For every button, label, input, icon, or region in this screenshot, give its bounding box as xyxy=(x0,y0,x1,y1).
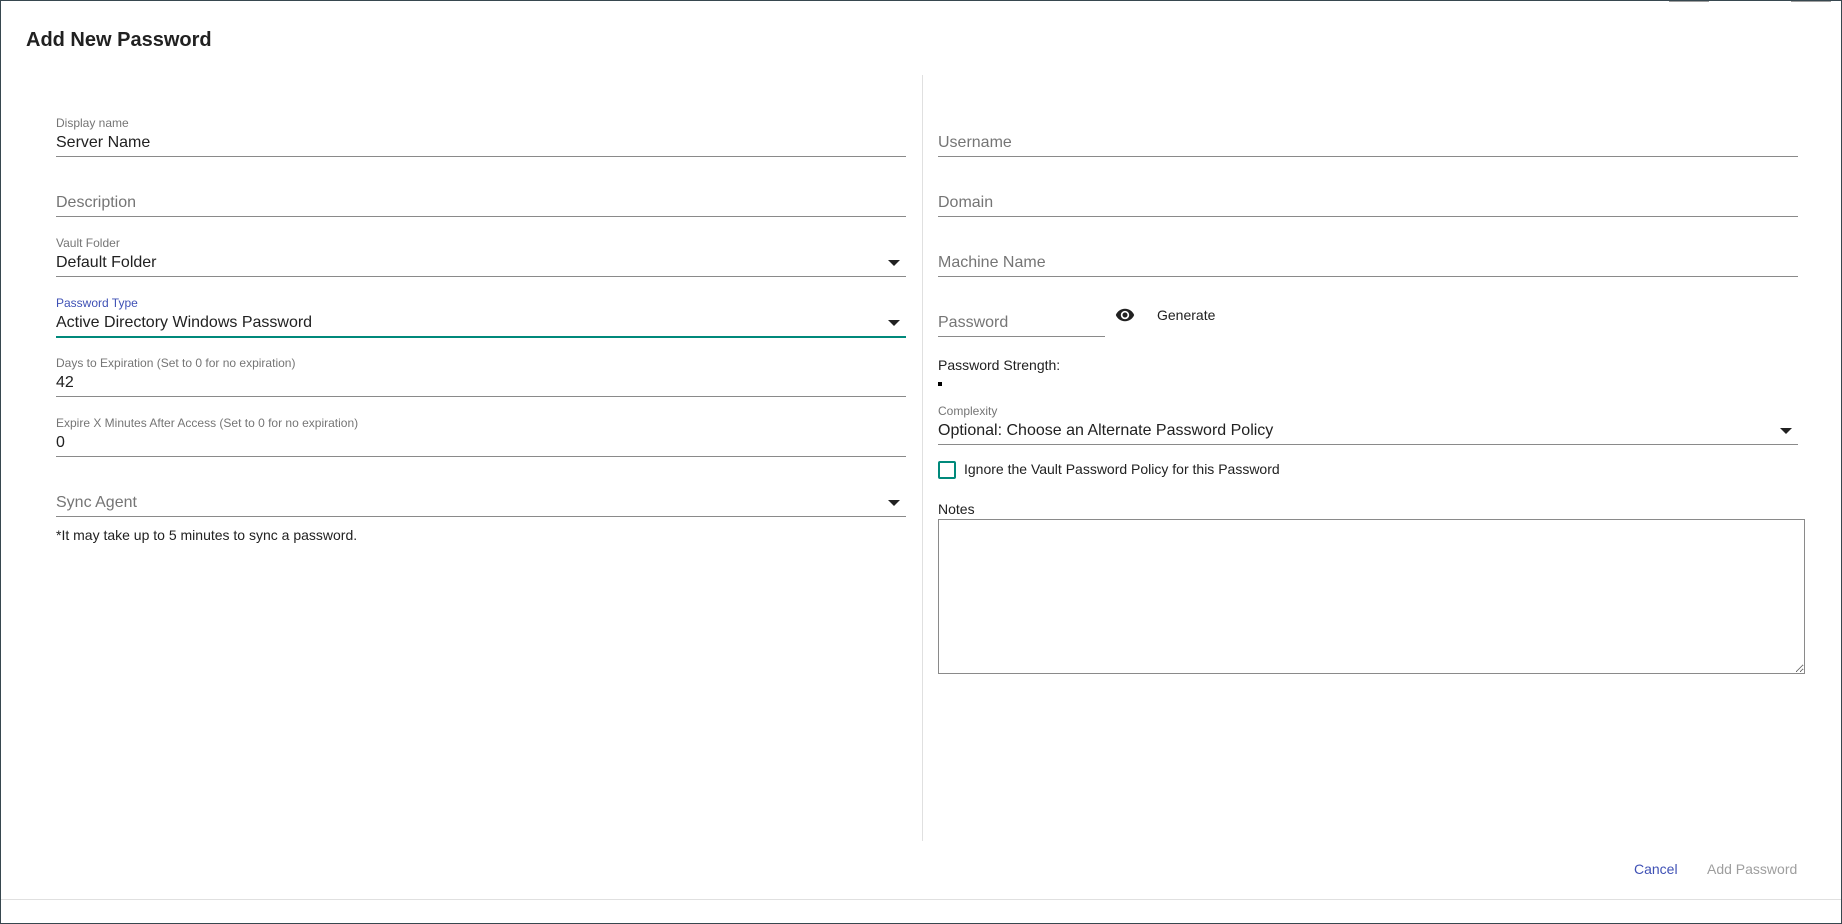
password-strength-bar xyxy=(938,382,942,386)
expire-minutes-field[interactable]: Expire X Minutes After Access (Set to 0 … xyxy=(56,416,906,457)
top-edge-mark xyxy=(1669,1,1709,2)
vault-folder-label: Vault Folder xyxy=(56,236,120,250)
days-to-expiration-value: 42 xyxy=(56,374,74,391)
display-name-field[interactable]: Display name Server Name xyxy=(56,116,906,157)
days-to-expiration-label: Days to Expiration (Set to 0 for no expi… xyxy=(56,356,296,370)
vault-folder-value: Default Folder xyxy=(56,254,157,271)
display-name-label: Display name xyxy=(56,116,129,130)
description-placeholder: Description xyxy=(56,194,137,211)
password-strength-label: Password Strength: xyxy=(938,357,1061,373)
chevron-down-icon[interactable] xyxy=(1780,428,1792,434)
sync-agent-placeholder: Sync Agent xyxy=(56,494,137,511)
days-to-expiration-field[interactable]: Days to Expiration (Set to 0 for no expi… xyxy=(56,356,906,397)
complexity-value: Optional: Choose an Alternate Password P… xyxy=(938,422,1274,439)
password-field[interactable]: Password xyxy=(938,296,1105,337)
add-password-dialog: Add New Password Display name Server Nam… xyxy=(0,0,1842,924)
ignore-policy-label: Ignore the Vault Password Policy for thi… xyxy=(964,461,1280,477)
username-field[interactable]: Username xyxy=(938,116,1798,157)
password-type-label: Password Type xyxy=(56,296,138,310)
generate-button[interactable]: Generate xyxy=(1157,307,1215,323)
username-placeholder: Username xyxy=(938,134,1012,151)
domain-placeholder: Domain xyxy=(938,194,994,211)
sync-agent-select[interactable]: Sync Agent xyxy=(56,476,906,517)
chevron-down-icon[interactable] xyxy=(888,320,900,326)
expire-minutes-label: Expire X Minutes After Access (Set to 0 … xyxy=(56,416,359,430)
complexity-label: Complexity xyxy=(938,404,998,418)
domain-field[interactable]: Domain xyxy=(938,176,1798,217)
add-password-button[interactable]: Add Password xyxy=(1707,861,1797,877)
footer-divider xyxy=(1,899,1841,900)
password-type-value: Active Directory Windows Password xyxy=(56,314,313,331)
password-type-select[interactable]: Password Type Active Directory Windows P… xyxy=(56,296,906,338)
complexity-select[interactable]: Complexity Optional: Choose an Alternate… xyxy=(938,404,1798,445)
dialog-title: Add New Password xyxy=(26,29,212,51)
vault-folder-select[interactable]: Vault Folder Default Folder xyxy=(56,236,906,277)
column-divider xyxy=(922,75,923,841)
chevron-down-icon[interactable] xyxy=(888,260,900,266)
description-field[interactable]: Description xyxy=(56,176,906,217)
machine-name-field[interactable]: Machine Name xyxy=(938,236,1798,277)
cancel-button[interactable]: Cancel xyxy=(1634,861,1678,877)
ignore-policy-checkbox[interactable] xyxy=(938,461,956,479)
top-edge-mark xyxy=(1791,1,1831,2)
notes-label: Notes xyxy=(938,501,975,517)
display-name-value: Server Name xyxy=(56,134,151,151)
machine-name-placeholder: Machine Name xyxy=(938,254,1046,271)
password-placeholder: Password xyxy=(938,314,1009,331)
notes-textarea[interactable] xyxy=(938,519,1805,674)
eye-icon[interactable] xyxy=(1113,305,1137,325)
expire-minutes-value: 0 xyxy=(56,434,65,451)
sync-note: *It may take up to 5 minutes to sync a p… xyxy=(56,527,358,543)
chevron-down-icon[interactable] xyxy=(888,500,900,506)
